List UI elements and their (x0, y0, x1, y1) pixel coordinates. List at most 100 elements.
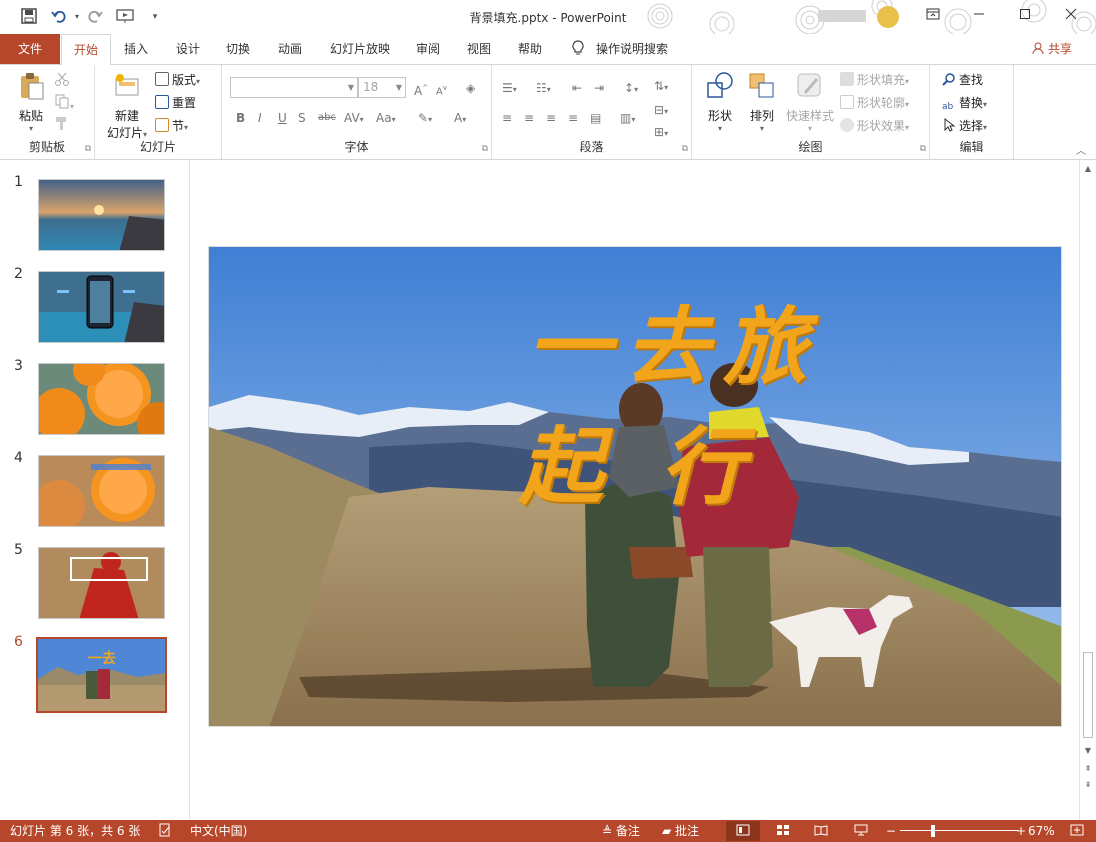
reading-view-icon[interactable] (814, 820, 828, 842)
align-text-icon[interactable]: ⊟▾ (654, 101, 668, 119)
align-left-icon[interactable]: ≡ (502, 109, 512, 127)
language-indicator[interactable]: 中文(中国) (190, 820, 247, 842)
lightbulb-icon (568, 34, 588, 64)
align-right-icon[interactable]: ≡ (546, 109, 556, 127)
tab-file[interactable]: 文件 (0, 34, 60, 64)
tab-animations[interactable]: 动画 (270, 34, 310, 64)
slide-sorter-icon[interactable] (776, 820, 790, 842)
notes-button[interactable]: ≜ 备注 (602, 820, 640, 842)
font-name-combo[interactable]: ▼ (230, 77, 358, 98)
new-slide-button[interactable]: 新建 幻灯片▾ (103, 71, 151, 141)
numbering-icon[interactable]: ☷▾ (536, 79, 551, 97)
vertical-scrollbar[interactable]: ▲ ▼ ⇞ ⇟ (1079, 160, 1096, 820)
arrange-button[interactable]: 排列 ▾ (742, 71, 782, 133)
reset-button[interactable]: 重置 (155, 93, 196, 113)
ribbon-display-options-icon[interactable] (922, 6, 944, 28)
slide-thumbnail-3[interactable] (38, 363, 165, 435)
font-size-combo[interactable]: 18 ▼ (358, 77, 406, 98)
increase-indent-icon[interactable]: ⇥ (594, 79, 604, 97)
quick-styles-label: 快速样式 (785, 109, 834, 123)
tab-transitions[interactable]: 切换 (218, 34, 258, 64)
dialog-launcher-icon[interactable]: ⧉ (85, 144, 91, 154)
scrollbar-thumb[interactable] (1083, 652, 1093, 738)
drawing-dialog-launcher-icon[interactable]: ⧉ (920, 144, 926, 154)
distributed-icon[interactable]: ▤ (590, 109, 601, 127)
section-button[interactable]: 节▾ (155, 116, 188, 136)
tab-review[interactable]: 审阅 (408, 34, 448, 64)
find-button[interactable]: 查找 (942, 70, 983, 90)
line-spacing-icon[interactable]: ↕▾ (624, 79, 638, 97)
tab-view[interactable]: 视图 (459, 34, 499, 64)
tab-help[interactable]: 帮助 (510, 34, 550, 64)
slide-thumbnail-2[interactable] (38, 271, 165, 343)
format-painter-icon[interactable] (54, 115, 70, 135)
zoom-level[interactable]: 67% (1028, 820, 1055, 842)
align-center-icon[interactable]: ≡ (524, 109, 534, 127)
shapes-button[interactable]: 形状 ▾ (700, 71, 740, 133)
shape-outline-button[interactable]: 形状轮廓▾ (840, 93, 909, 113)
tab-design[interactable]: 设计 (168, 34, 208, 64)
change-case-icon[interactable]: Aa▾ (376, 109, 396, 127)
tab-slide-show[interactable]: 幻灯片放映 (325, 34, 395, 64)
tell-me-search[interactable]: 操作说明搜索 (596, 34, 676, 64)
slide-title-line2[interactable]: 起 行 (519, 425, 758, 509)
zoom-in-icon[interactable]: + (1016, 820, 1026, 842)
replace-button[interactable]: ab 替换▾ (942, 93, 987, 113)
layout-icon (155, 72, 169, 86)
slide-thumbnail-6[interactable]: 一去 (36, 637, 167, 713)
paragraph-dialog-launcher-icon[interactable]: ⧉ (682, 144, 688, 154)
clear-formatting-icon[interactable]: ◈ (466, 79, 475, 97)
italic-icon[interactable]: I (258, 109, 262, 127)
bold-icon[interactable]: B (236, 109, 245, 127)
comments-button[interactable]: ▰ 批注 (662, 820, 699, 842)
decrease-font-icon[interactable]: Av (436, 79, 447, 97)
slide-title-line1[interactable]: 一去旅 (527, 305, 821, 389)
avatar[interactable] (877, 6, 899, 28)
share-button[interactable]: 共享 (1032, 34, 1072, 64)
next-slide-icon[interactable]: ⇟ (1080, 780, 1096, 789)
strikethrough-icon[interactable]: abc (318, 109, 336, 127)
minimize-icon[interactable] (968, 6, 990, 28)
fit-slide-icon[interactable] (1070, 820, 1084, 842)
slide-thumbnail-5[interactable] (38, 547, 165, 619)
maximize-icon[interactable] (1014, 6, 1036, 28)
text-direction-icon[interactable]: ⇅▾ (654, 77, 668, 95)
zoom-slider-thumb[interactable] (931, 825, 935, 837)
scroll-up-icon[interactable]: ▲ (1080, 164, 1096, 173)
justify-icon[interactable]: ≡ (568, 109, 578, 127)
columns-icon[interactable]: ▥▾ (620, 109, 635, 127)
bullets-icon[interactable]: ☰▾ (502, 79, 517, 97)
slide-thumbnail-4[interactable] (38, 455, 165, 527)
decrease-indent-icon[interactable]: ⇤ (572, 79, 582, 97)
slide-show-icon[interactable] (854, 820, 868, 842)
current-slide[interactable]: 一去旅 起 行 (208, 246, 1062, 727)
tab-home[interactable]: 开始 (61, 34, 111, 65)
highlight-icon[interactable]: ✎▾ (418, 109, 432, 127)
slide-count: 幻灯片 第 6 张，共 6 张 (10, 824, 141, 838)
quick-styles-button[interactable]: 快速样式 ▾ (784, 71, 836, 133)
paste-button[interactable]: 粘贴 ▾ (12, 71, 50, 133)
collapse-ribbon-icon[interactable]: ︿ (1076, 142, 1086, 157)
slide-thumbnail-1[interactable] (38, 179, 165, 251)
slide-number: 4 (14, 450, 23, 466)
zoom-slider-track[interactable] (900, 830, 1018, 831)
close-icon[interactable] (1060, 6, 1082, 28)
cut-icon[interactable] (54, 71, 70, 91)
font-color-icon[interactable]: A▾ (454, 109, 466, 127)
increase-font-icon[interactable]: A^ (414, 79, 428, 98)
copy-icon[interactable]: ▾ (54, 93, 74, 113)
account-name-blurred[interactable] (818, 10, 866, 22)
previous-slide-icon[interactable]: ⇞ (1080, 764, 1096, 773)
scroll-down-icon[interactable]: ▼ (1080, 746, 1096, 755)
zoom-out-icon[interactable]: − (886, 820, 896, 842)
shadow-text-icon[interactable]: S (298, 109, 306, 127)
shape-fill-button[interactable]: 形状填充▾ (840, 70, 909, 90)
font-dialog-launcher-icon[interactable]: ⧉ (482, 144, 488, 154)
layout-button[interactable]: 版式▾ (155, 70, 200, 90)
underline-icon[interactable]: U (278, 109, 287, 127)
spell-check-icon[interactable] (158, 820, 172, 842)
shape-effects-button[interactable]: 形状效果▾ (840, 116, 909, 136)
tab-insert[interactable]: 插入 (116, 34, 156, 64)
select-button[interactable]: 选择▾ (942, 116, 987, 136)
character-spacing-icon[interactable]: AV▾ (344, 109, 364, 127)
